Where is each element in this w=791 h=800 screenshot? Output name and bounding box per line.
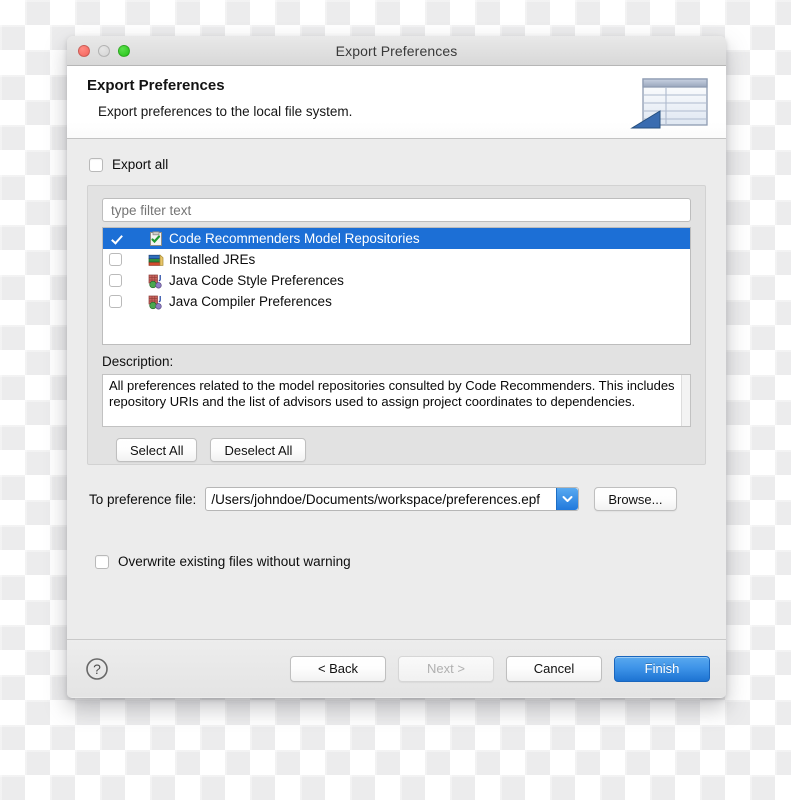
tree-row[interactable]: Installed JREs [103, 249, 690, 270]
preferences-tree[interactable]: Code Recommenders Model Repositories Ins… [102, 227, 691, 345]
window-titlebar: Export Preferences [67, 36, 726, 66]
filter-input[interactable] [102, 198, 691, 222]
next-button: Next > [398, 655, 494, 682]
window-title: Export Preferences [335, 42, 458, 59]
java-preferences-icon [148, 274, 162, 288]
tree-row[interactable]: Java Code Style Preferences [103, 270, 690, 291]
overwrite-row[interactable]: Overwrite existing files without warning [87, 554, 706, 569]
overwrite-checkbox[interactable] [95, 554, 109, 569]
help-question-icon[interactable]: ? [85, 657, 109, 681]
repository-icon [150, 230, 162, 246]
preference-file-combo[interactable]: /Users/johndoe/Documents/workspace/prefe… [205, 487, 580, 511]
preference-file-input[interactable]: /Users/johndoe/Documents/workspace/prefe… [206, 488, 556, 510]
preference-file-row: To preference file: /Users/johndoe/Docum… [87, 487, 706, 511]
tree-item-checkbox[interactable] [109, 253, 122, 266]
overwrite-label: Overwrite existing files without warning [118, 554, 351, 569]
description-text: All preferences related to the model rep… [102, 374, 691, 427]
dialog-footer: ? < Back Next > Cancel Finish [67, 639, 726, 697]
export-preferences-window: Export Preferences Export Preferences Ex… [67, 36, 726, 698]
selection-button-row: Select All Deselect All [102, 438, 691, 462]
tree-item-checkbox[interactable] [109, 232, 122, 245]
jre-books-icon [148, 253, 164, 266]
export-all-checkbox[interactable] [89, 157, 103, 172]
tree-item-label: Installed JREs [169, 252, 256, 267]
export-all-row[interactable]: Export all [87, 139, 706, 172]
tree-row[interactable]: Code Recommenders Model Repositories [103, 228, 690, 249]
tree-item-label: Code Recommenders Model Repositories [169, 231, 420, 246]
java-preferences-icon [148, 295, 162, 309]
export-table-icon [630, 78, 708, 129]
cancel-button[interactable]: Cancel [506, 655, 602, 682]
export-all-label: Export all [112, 157, 169, 172]
tree-item-checkbox[interactable] [109, 295, 122, 308]
dialog-body: Export all Code Recommenders Model Repos… [67, 139, 726, 639]
tree-row[interactable]: Java Compiler Preferences [103, 291, 690, 312]
checkerboard-backdrop: Export Preferences Export Preferences Ex… [0, 0, 791, 800]
tree-item-checkbox[interactable] [109, 274, 122, 287]
preference-file-label: To preference file: [89, 491, 197, 507]
dialog-banner: Export Preferences Export preferences to… [67, 66, 726, 139]
preferences-group-panel: Code Recommenders Model Repositories Ins… [87, 185, 706, 465]
tree-item-label: Java Code Style Preferences [169, 273, 344, 288]
svg-text:?: ? [93, 661, 101, 677]
chevron-down-icon[interactable] [556, 488, 579, 510]
back-button[interactable]: < Back [290, 655, 386, 682]
deselect-all-button[interactable]: Deselect All [210, 438, 307, 462]
select-all-button[interactable]: Select All [116, 438, 198, 462]
tree-item-label: Java Compiler Preferences [169, 294, 332, 309]
description-label: Description: [102, 354, 174, 369]
browse-button[interactable]: Browse... [594, 487, 677, 511]
footer-button-group: < Back Next > Cancel Finish [290, 655, 710, 682]
finish-button[interactable]: Finish [614, 655, 710, 682]
